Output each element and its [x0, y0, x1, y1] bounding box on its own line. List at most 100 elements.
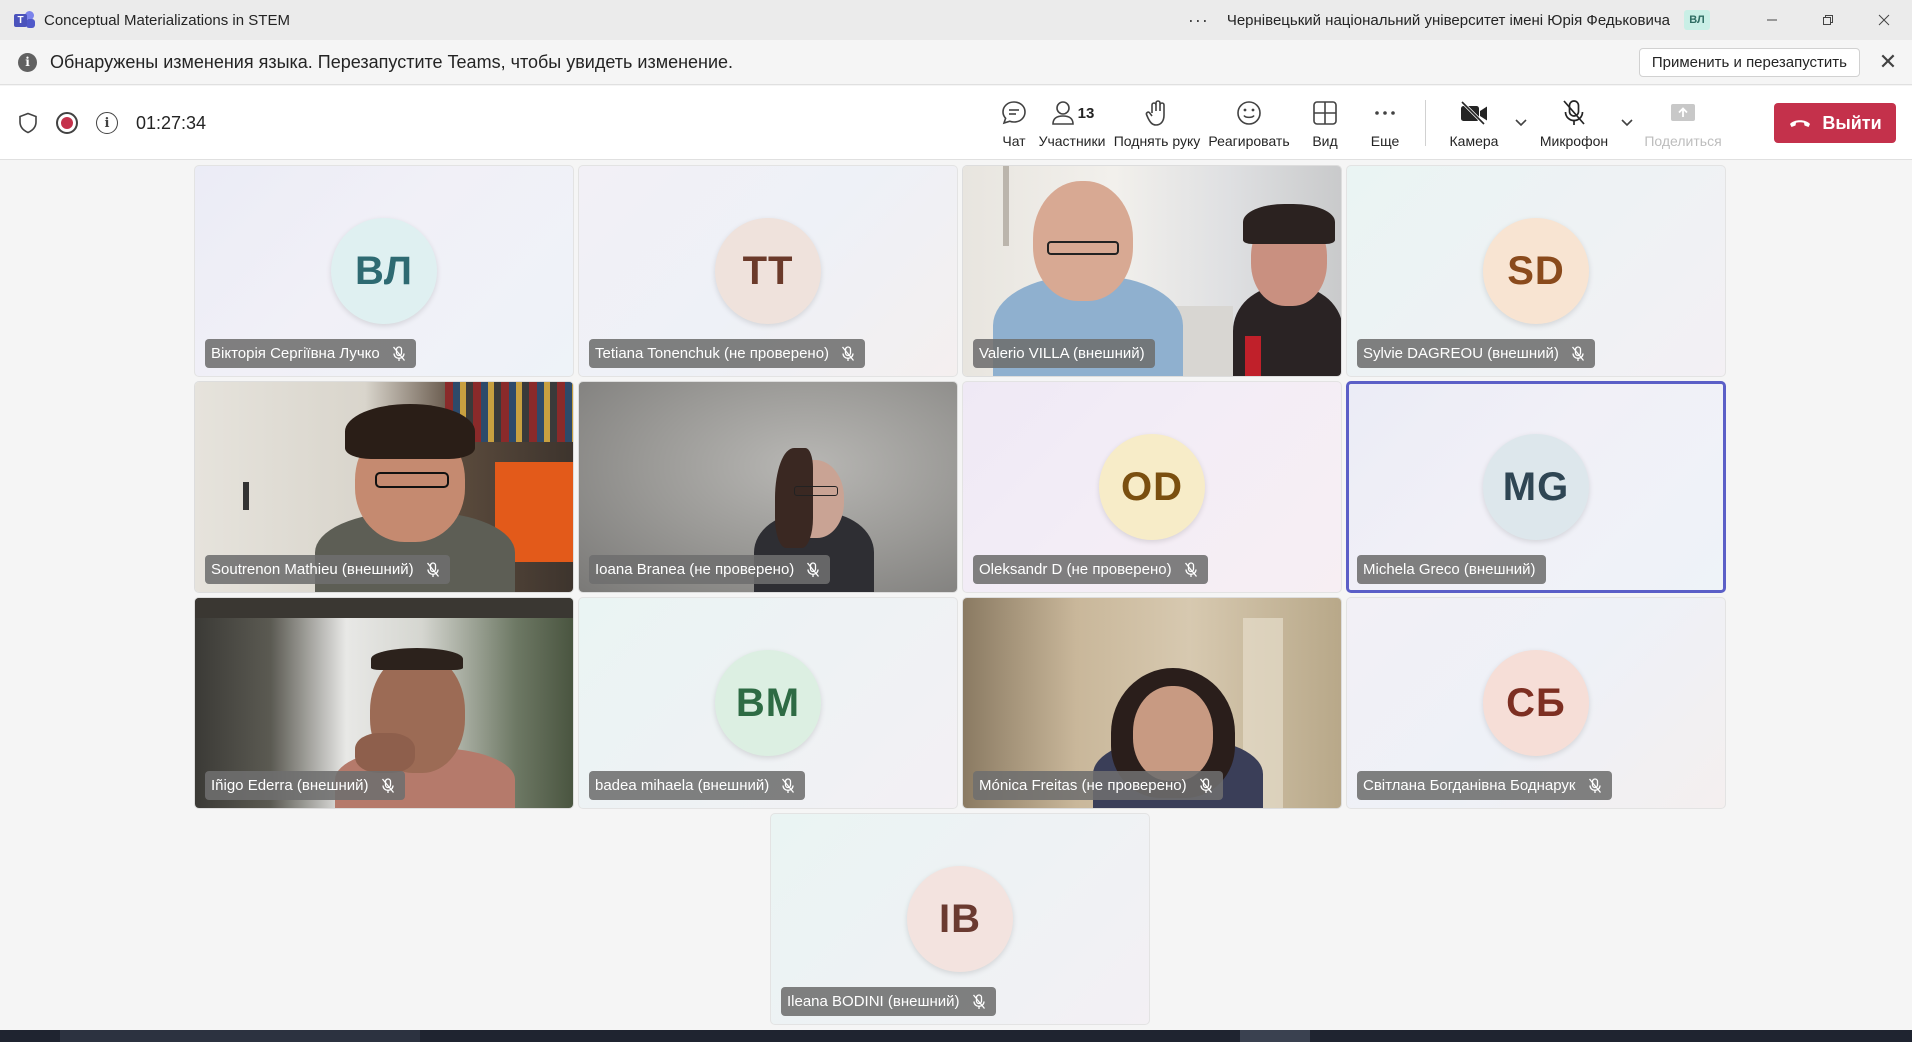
participant-avatar: IB [907, 866, 1013, 972]
participant-name-tag: Sylvie DAGREOU (внешний) [1357, 339, 1595, 368]
participant-name-tag: Soutrenon Mathieu (внешний) [205, 555, 450, 584]
info-icon: i [18, 52, 37, 72]
participant-name-tag: Oleksandr D (не проверено) [973, 555, 1208, 584]
participant-video-tile[interactable]: Soutrenon Mathieu (внешний) [194, 381, 574, 593]
mic-muted-icon [781, 777, 795, 794]
participant-tile-speaking[interactable]: MG Michela Greco (внешний) [1346, 381, 1726, 593]
share-button[interactable]: Поделиться [1640, 86, 1726, 160]
participant-video-tile[interactable]: Mónica Freitas (не проверено) [962, 597, 1342, 809]
participant-name-tag: Iñigo Ederra (внешний) [205, 771, 405, 800]
participant-tile[interactable]: СБ Світлана Богданівна Боднарук [1346, 597, 1726, 809]
participant-video-tile[interactable]: Valerio VILLA (внешний) [962, 165, 1342, 377]
os-taskbar [0, 1030, 1912, 1042]
participant-name: Soutrenon Mathieu (внешний) [211, 561, 414, 578]
title-bar: T Conceptual Materializations in STEM ··… [0, 0, 1912, 40]
hang-up-icon [1790, 120, 1811, 127]
leave-button[interactable]: Выйти [1774, 103, 1896, 143]
participant-name-tag: Вікторія Сергіївна Лучко [205, 339, 416, 368]
participant-name: Ioana Branea (не проверено) [595, 561, 795, 578]
participant-tile[interactable]: ВЛ Вікторія Сергіївна Лучко [194, 165, 574, 377]
participant-avatar: OD [1099, 434, 1205, 540]
mic-muted-icon [381, 777, 395, 794]
mic-muted-icon [806, 561, 820, 578]
mic-muted-icon [1199, 777, 1213, 794]
camera-off-icon [1460, 100, 1487, 126]
taskbar-active-app[interactable] [1240, 1030, 1310, 1042]
participant-name: Tetiana Tonenchuk (не проверено) [595, 345, 830, 362]
participant-name-tag: Michela Greco (внешний) [1357, 555, 1546, 584]
participant-name: Valerio VILLA (внешний) [979, 345, 1145, 362]
language-change-notice: i Обнаружены изменения языка. Перезапуст… [0, 40, 1912, 85]
meeting-timer: 01:27:34 [136, 112, 207, 133]
mic-muted-icon [1588, 777, 1602, 794]
organization-name[interactable]: Чернівецький національний університет ім… [1227, 12, 1670, 29]
microphone-label: Микрофон [1539, 133, 1609, 149]
close-window-button[interactable] [1856, 0, 1912, 40]
more-label: Еще [1370, 133, 1400, 149]
minimize-button[interactable] [1744, 0, 1800, 40]
participant-name-tag: Mónica Freitas (не проверено) [973, 771, 1223, 800]
view-button[interactable]: Вид [1295, 86, 1355, 160]
participant-avatar: ВЛ [331, 218, 437, 324]
teams-logo-icon: T [14, 11, 36, 29]
participant-name: Mónica Freitas (не проверено) [979, 777, 1187, 794]
restore-icon [1823, 15, 1833, 25]
participants-button[interactable]: 13 Участники [1033, 86, 1111, 160]
leave-label: Выйти [1822, 112, 1882, 133]
participant-name-tag: Tetiana Tonenchuk (не проверено) [589, 339, 866, 368]
share-screen-icon [1671, 104, 1695, 121]
microphone-button[interactable]: Микрофон [1534, 86, 1614, 160]
microphone-options-chevron-down-icon[interactable] [1614, 86, 1640, 160]
chat-icon [1002, 101, 1026, 125]
participant-tile[interactable]: OD Oleksandr D (не проверено) [962, 381, 1342, 593]
participant-tile[interactable]: TT Tetiana Tonenchuk (не проверено) [578, 165, 958, 377]
mic-muted-icon [1184, 561, 1198, 578]
recording-icon[interactable] [56, 112, 78, 134]
participant-video-tile[interactable]: Ioana Branea (не проверено) [578, 381, 958, 593]
participant-name: badea mihaela (внешний) [595, 777, 770, 794]
camera-button[interactable]: Камера [1440, 86, 1508, 160]
shield-icon[interactable] [18, 112, 38, 134]
participant-name: Sylvie DAGREOU (внешний) [1363, 345, 1559, 362]
participant-video-tile[interactable]: Iñigo Ederra (внешний) [194, 597, 574, 809]
participant-avatar: СБ [1483, 650, 1589, 756]
more-options-icon[interactable]: ··· [1188, 10, 1209, 31]
mic-muted-icon [972, 993, 986, 1010]
layout-grid-icon [1313, 101, 1337, 125]
participant-name: Вікторія Сергіївна Лучко [211, 345, 380, 362]
view-label: Вид [1312, 133, 1338, 149]
participant-tile[interactable]: SD Sylvie DAGREOU (внешний) [1346, 165, 1726, 377]
participant-name: Michela Greco (внешний) [1363, 561, 1536, 578]
toolbar-divider [1425, 100, 1426, 146]
raise-hand-button[interactable]: Поднять руку [1111, 86, 1203, 160]
more-horizontal-icon [1375, 111, 1395, 115]
account-avatar[interactable]: ВЛ [1684, 10, 1710, 30]
meeting-toolbar: i 01:27:34 Чат 13 Участники Поднять руку… [0, 86, 1912, 160]
restore-button[interactable] [1800, 0, 1856, 40]
chat-button[interactable]: Чат [995, 86, 1033, 160]
camera-options-chevron-down-icon[interactable] [1508, 86, 1534, 160]
participant-avatar: MG [1483, 434, 1589, 540]
close-notice-icon[interactable]: ✕ [1876, 49, 1900, 74]
meeting-info-icon[interactable]: i [96, 112, 118, 134]
react-button[interactable]: Реагировать [1203, 86, 1295, 160]
participants-count: 13 [1077, 104, 1095, 122]
participant-avatar: TT [715, 218, 821, 324]
participant-name-tag: Ioana Branea (не проверено) [589, 555, 831, 584]
mic-muted-icon [426, 561, 440, 578]
more-button[interactable]: Еще [1355, 86, 1415, 160]
share-label: Поделиться [1644, 133, 1722, 149]
participant-name: Світлана Богданівна Боднарук [1363, 777, 1576, 794]
apply-restart-button[interactable]: Применить и перезапустить [1638, 48, 1860, 77]
participant-tile[interactable]: IB Ileana BODINI (внешний) [770, 813, 1150, 1025]
participant-avatar: SD [1483, 218, 1589, 324]
close-icon [1878, 14, 1890, 26]
participant-name: Ileana BODINI (внешний) [787, 993, 960, 1010]
mic-muted-icon [841, 345, 855, 362]
participant-name-tag: Ileana BODINI (внешний) [781, 987, 996, 1016]
minimize-icon [1767, 19, 1777, 21]
mic-muted-icon [1571, 345, 1585, 362]
camera-label: Камера [1449, 133, 1499, 149]
taskbar-search-box[interactable] [60, 1030, 420, 1042]
participant-tile[interactable]: BM badea mihaela (внешний) [578, 597, 958, 809]
